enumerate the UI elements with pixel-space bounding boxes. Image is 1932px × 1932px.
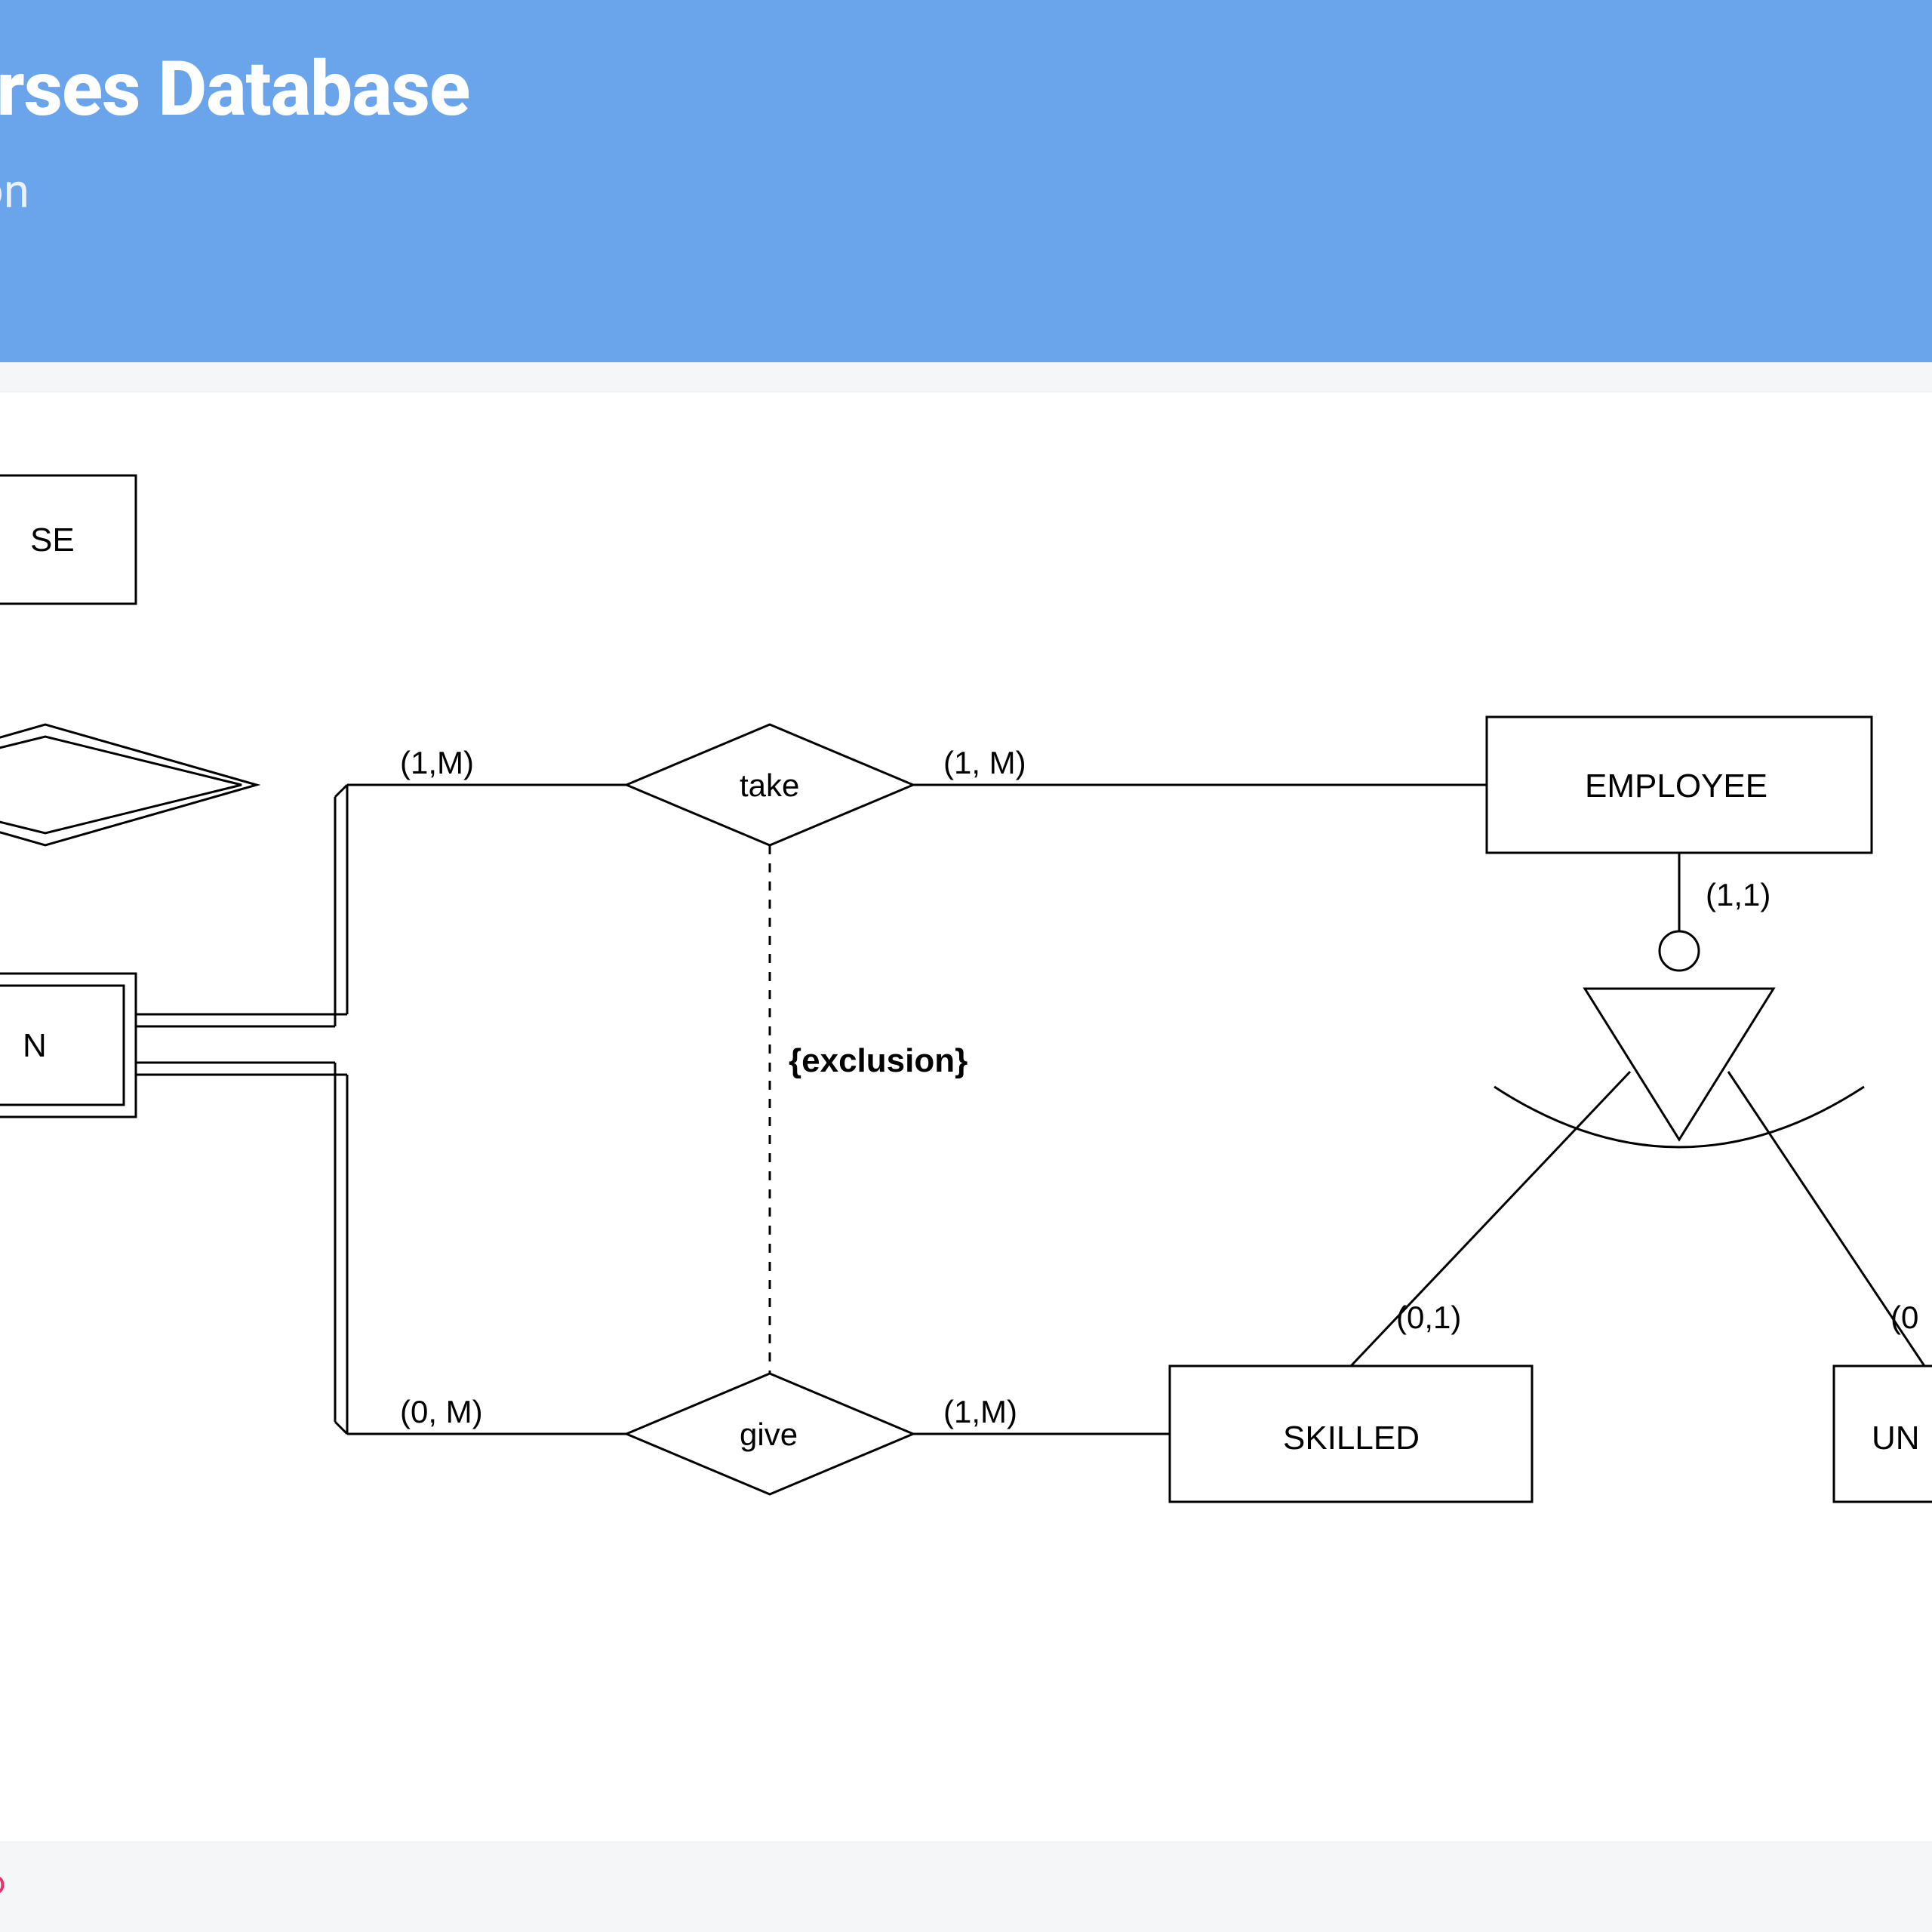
entity-course-label: SE [30,521,75,558]
canvas-wrap: SE ,1) ,M) N [0,362,1932,1841]
card-employee-down: (1,1) [1706,877,1770,912]
card-give-right: (1,M) [943,1394,1017,1429]
card-unskilled-up: (0 [1890,1300,1918,1335]
card-give-left: (0, M) [400,1394,483,1429]
edge-to-take-merge [335,785,347,797]
entity-employee-label: EMPLOYEE [1585,768,1767,804]
isa-circle-icon [1660,931,1699,971]
card-rel-weak: ,M) [0,877,1,912]
exclusion-label: {exclusion} [789,1042,968,1079]
card-take-right: (1, M) [943,745,1026,780]
footer-link-fragment: .io [0,1863,5,1902]
relationship-give-label: give [740,1417,798,1452]
page-title: g Courses Database [0,45,1932,134]
relationship-take-label: take [740,768,799,803]
header: g Courses Database tation [0,0,1932,362]
isa-triangle-icon [1585,989,1774,1140]
diagram-canvas: SE ,1) ,M) N [0,392,1932,1841]
entity-skilled-label: SKILLED [1283,1420,1420,1457]
page-subtitle: tation [0,164,1932,219]
entity-unskilled-label: UN [1872,1420,1920,1457]
edge-isa-skilled [1351,1072,1630,1366]
weak-entity-label: N [23,1027,47,1064]
er-diagram-svg: SE ,1) ,M) N [0,392,1932,1841]
card-take-left: (1,M) [400,745,474,780]
card-skilled-up: (0,1) [1396,1300,1461,1335]
edge-to-give-merge [335,1422,347,1434]
weak-entity-inner [0,986,124,1105]
